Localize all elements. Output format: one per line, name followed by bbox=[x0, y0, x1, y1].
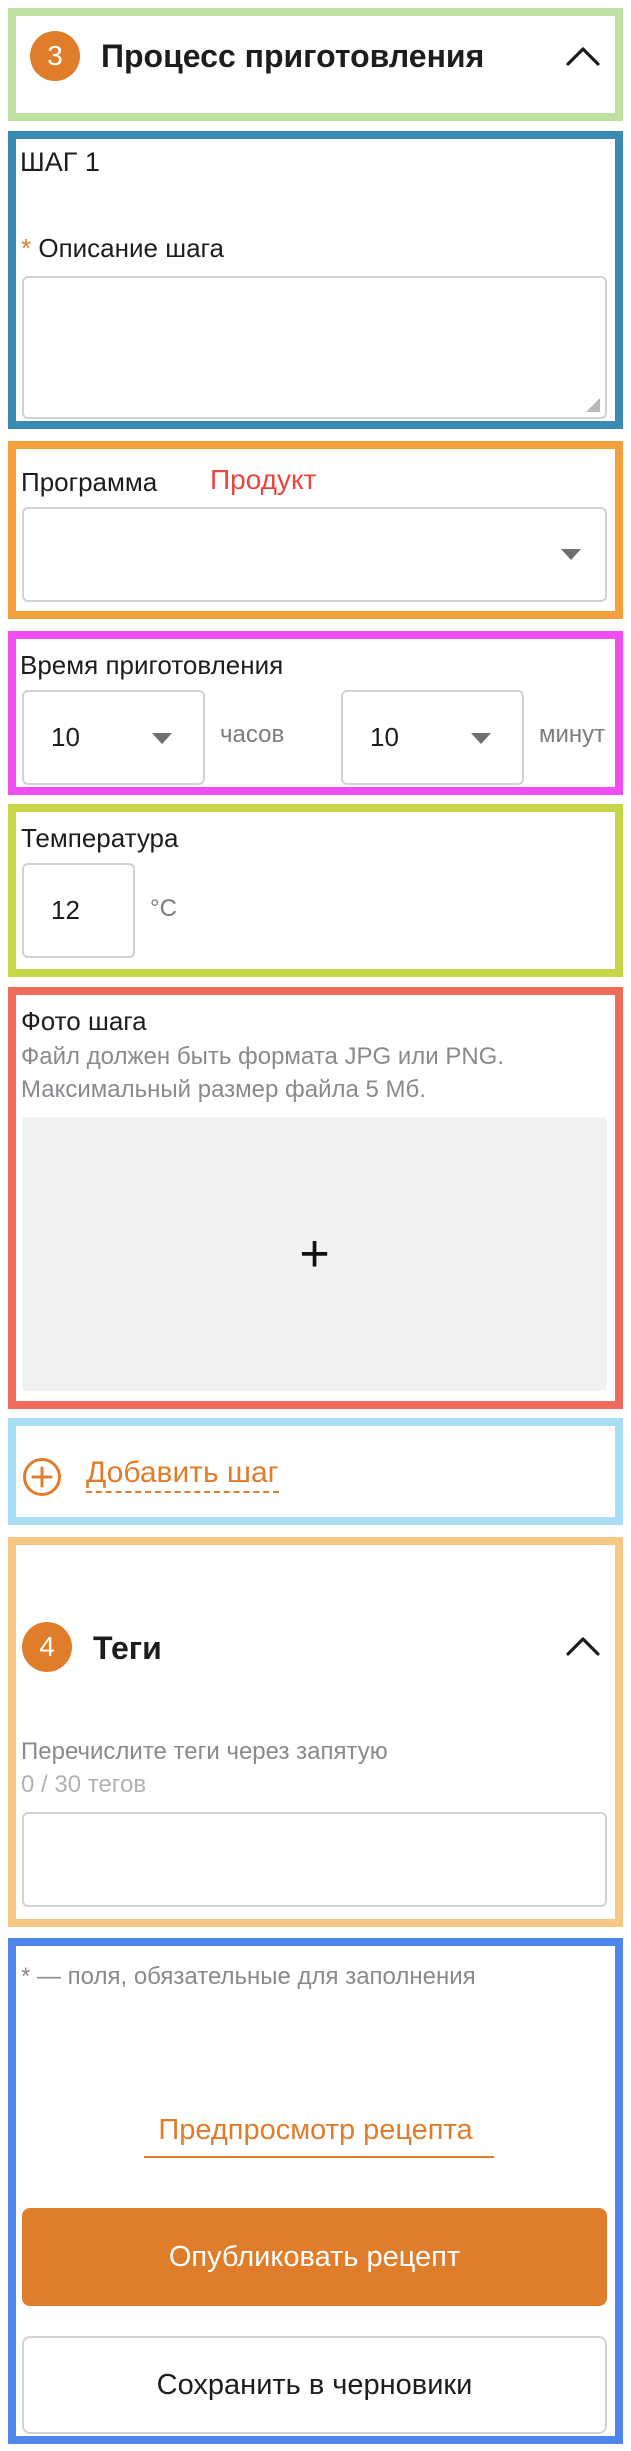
resize-handle-icon[interactable] bbox=[586, 398, 600, 412]
tags-hint: Перечислите теги через запятую bbox=[21, 1738, 388, 1765]
required-mark: * bbox=[21, 233, 32, 263]
program-select[interactable] bbox=[22, 507, 607, 602]
step-description-label: * Описание шага bbox=[21, 233, 224, 264]
dropdown-caret-icon bbox=[471, 733, 491, 744]
tags-counter: 0 / 30 тегов bbox=[21, 1771, 147, 1798]
plus-icon: + bbox=[299, 1225, 330, 1283]
add-circle-icon[interactable] bbox=[22, 1457, 62, 1497]
photo-hint-line1: Файл должен быть формата JPG или PNG. bbox=[21, 1043, 504, 1070]
save-draft-button[interactable]: Сохранить в черновики bbox=[22, 2336, 607, 2434]
add-step-link[interactable]: Добавить шаг bbox=[86, 1455, 279, 1493]
section-title: Процесс приготовления bbox=[101, 38, 485, 74]
step-number-badge: 3 bbox=[30, 31, 80, 81]
tags-section: 4 Теги Перечислите теги через запятую 0 … bbox=[8, 1537, 623, 1927]
tags-input[interactable] bbox=[22, 1812, 607, 1907]
hours-unit: часов bbox=[220, 721, 285, 748]
preview-link[interactable]: Предпросмотр рецепта bbox=[16, 2114, 615, 2147]
add-step-section: Добавить шаг bbox=[8, 1418, 623, 1525]
section-header-cooking-process[interactable]: 3 Процесс приготовления bbox=[8, 8, 623, 121]
program-label: Программа bbox=[21, 467, 158, 497]
publish-button[interactable]: Опубликовать рецепт bbox=[22, 2208, 607, 2306]
photo-label: Фото шага bbox=[21, 1006, 147, 1036]
step-description-textarea[interactable] bbox=[22, 276, 607, 419]
form-actions-section: * — поля, обязательные для заполнения Пр… bbox=[8, 1938, 623, 2444]
temperature-section: Температура 12 °С bbox=[8, 804, 623, 977]
temperature-label: Температура bbox=[21, 823, 179, 853]
program-section: Программа Продукт bbox=[8, 441, 623, 619]
hours-select[interactable]: 10 bbox=[22, 690, 205, 785]
photo-upload-area[interactable]: + bbox=[22, 1117, 607, 1391]
temperature-unit: °С bbox=[150, 895, 177, 922]
minutes-unit: минут bbox=[539, 721, 606, 748]
chevron-up-icon[interactable] bbox=[565, 1634, 601, 1658]
temperature-input[interactable]: 12 bbox=[22, 863, 135, 958]
cook-time-section: Время приготовления 10 часов 10 минут bbox=[8, 631, 623, 795]
step-number-badge: 4 bbox=[22, 1622, 72, 1672]
step-heading: ШАГ 1 bbox=[20, 147, 100, 177]
dropdown-caret-icon bbox=[561, 549, 581, 560]
chevron-up-icon[interactable] bbox=[565, 44, 601, 68]
preview-link-underline bbox=[144, 2156, 494, 2158]
required-note: * — поля, обязательные для заполнения bbox=[21, 1963, 476, 1990]
product-link[interactable]: Продукт bbox=[210, 464, 316, 496]
hours-value: 10 bbox=[51, 722, 80, 752]
cook-time-label: Время приготовления bbox=[20, 650, 284, 680]
step-description-section: ШАГ 1 * Описание шага bbox=[8, 131, 623, 429]
photo-hint-line2: Максимальный размер файла 5 Мб. bbox=[21, 1076, 426, 1103]
step-photo-section: Фото шага Файл должен быть формата JPG и… bbox=[8, 987, 623, 1409]
minutes-value: 10 bbox=[370, 722, 399, 752]
dropdown-caret-icon bbox=[152, 733, 172, 744]
tags-title: Теги bbox=[93, 1630, 162, 1666]
temperature-value: 12 bbox=[51, 895, 80, 925]
minutes-select[interactable]: 10 bbox=[341, 690, 524, 785]
step-description-label-text: Описание шага bbox=[38, 233, 224, 263]
